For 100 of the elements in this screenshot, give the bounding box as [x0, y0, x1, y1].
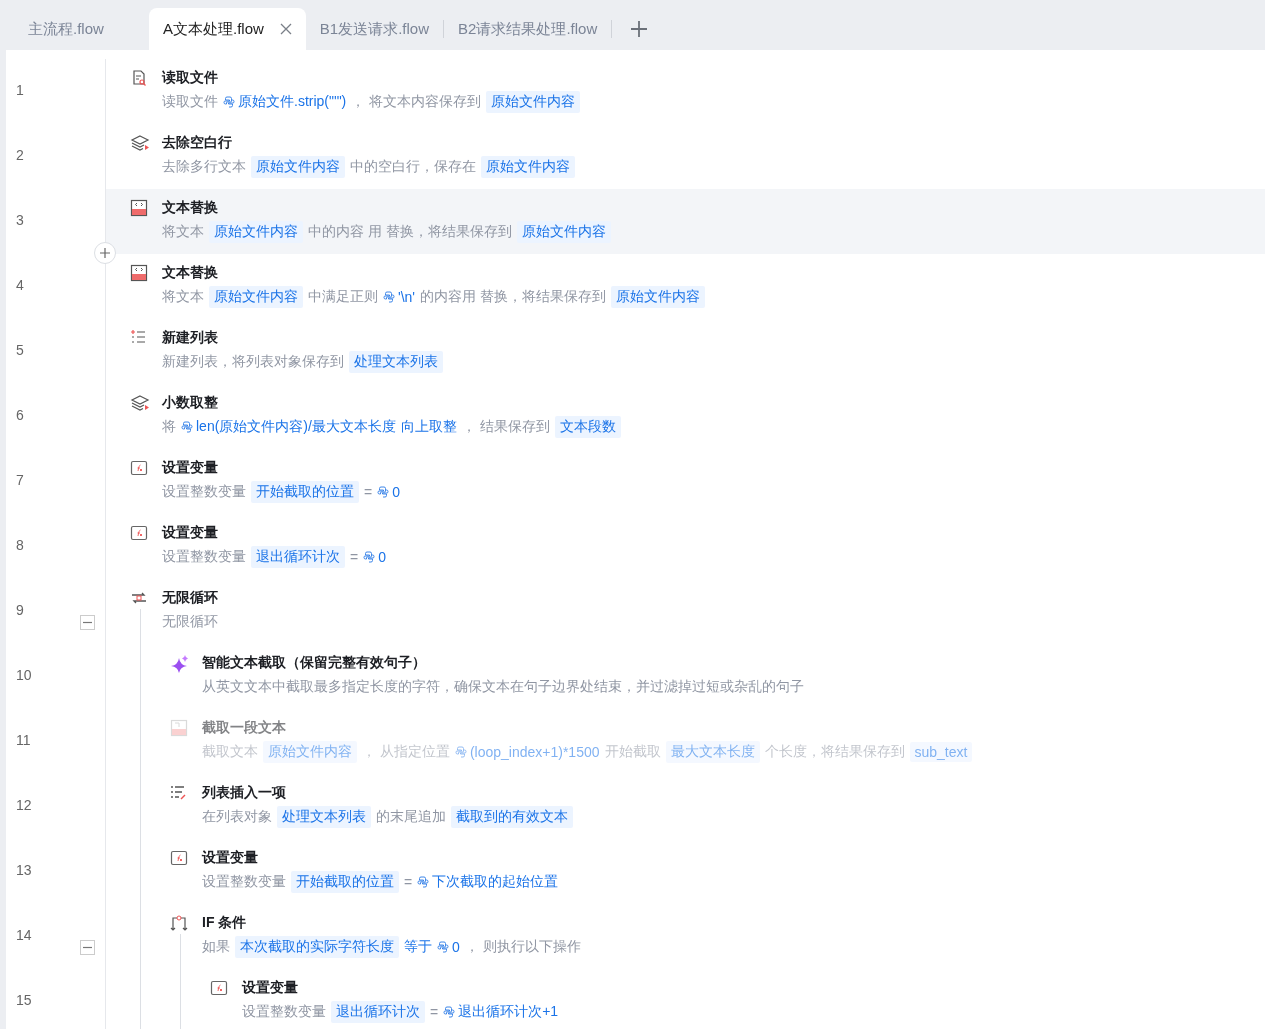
expression-text[interactable]: 0 — [452, 939, 460, 955]
description-text: 去除多行文本 — [162, 158, 246, 176]
line-number: 8 — [16, 537, 24, 553]
option-value[interactable]: 等于 — [404, 938, 432, 956]
description-text: 从英文文本中截取最多指定长度的字符，确保文本在句子边界处结束，并过滤掉过短或杂乱的句子 — [202, 678, 804, 696]
description-text: 开始截取 — [604, 743, 661, 761]
variable-tag[interactable]: 文本段数 — [554, 416, 621, 438]
insert-step-button[interactable] — [94, 242, 116, 264]
plus-icon — [100, 248, 110, 258]
step-title: 文本替换 — [162, 263, 219, 282]
variable-tag[interactable]: 原始文件内容 — [481, 156, 575, 178]
description-text: 中的空白行，保存在 — [350, 158, 476, 176]
variable-tag[interactable]: 原始文件内容 — [610, 286, 705, 308]
layers-icon — [130, 134, 150, 152]
description-text: 读取文件 — [162, 93, 218, 111]
step-title: 设置变量 — [202, 848, 259, 867]
line-number: 13 — [16, 862, 32, 878]
description-text: 设置整数变量 — [202, 873, 286, 891]
text-cut-icon — [170, 719, 188, 737]
collapse-button[interactable] — [80, 615, 95, 630]
description-text: 在列表对象 — [202, 808, 272, 826]
function-icon — [130, 524, 148, 542]
description-text: ， 结果保存到 — [461, 418, 550, 436]
function-icon — [130, 459, 148, 477]
collapse-button[interactable] — [80, 940, 95, 955]
expression-text[interactable]: 退出循环计次+1 — [458, 1003, 559, 1021]
expression-text[interactable]: '\n' — [398, 289, 416, 305]
close-icon[interactable] — [279, 23, 292, 35]
variable-tag[interactable]: 截取到的有效文本 — [451, 806, 573, 828]
description-text: 的末尾追加 — [376, 808, 446, 826]
variable-tag[interactable]: 开始截取的位置 — [251, 481, 359, 503]
function-icon — [210, 979, 228, 997]
variable-tag[interactable]: 退出循环计次 — [331, 1001, 425, 1023]
file-tab[interactable]: B2请求结果处理.flow — [444, 8, 612, 50]
layers-icon — [130, 394, 150, 412]
option-value[interactable]: 向上取整 — [400, 418, 457, 436]
line-number: 4 — [16, 277, 24, 293]
line-number: 5 — [16, 342, 24, 358]
description-text: 无限循环 — [162, 613, 218, 631]
sparkle-icon — [170, 654, 190, 674]
list-icon — [130, 329, 146, 345]
line-number: 12 — [16, 797, 32, 813]
description-text: ， 则执行以下操作 — [464, 938, 581, 956]
step-title: IF 条件 — [202, 913, 248, 932]
description-text: 的内容用 替换，将结果保存到 — [420, 288, 606, 306]
list-insert-icon — [170, 784, 186, 800]
step-title: 智能文本截取（保留完整有效句子） — [202, 653, 427, 672]
step-title: 截取一段文本 — [202, 718, 287, 737]
description-text: = — [364, 484, 373, 500]
add-tab-icon[interactable] — [630, 20, 649, 38]
step-title: 小数取整 — [162, 393, 219, 412]
line-number: 10 — [16, 667, 32, 683]
replace-icon — [130, 199, 148, 217]
step-title: 新建列表 — [162, 328, 219, 347]
expression-text[interactable]: 0 — [378, 549, 386, 565]
description-text: 设置整数变量 — [162, 548, 246, 566]
description-text: 将 — [162, 418, 176, 436]
file-tab[interactable]: 主流程.flow — [14, 8, 149, 50]
variable-tag[interactable]: 原始文件内容 — [486, 91, 581, 113]
expression-text[interactable]: 下次截取的起始位置 — [432, 873, 559, 891]
description-text: 个长度，将结果保存到 — [764, 743, 905, 761]
line-number: 14 — [16, 927, 32, 943]
line-number: 9 — [16, 602, 24, 618]
step-title: 去除空白行 — [162, 133, 233, 152]
line-number: 1 — [16, 82, 24, 98]
description-text: 新建列表，将列表对象保存到 — [162, 353, 344, 371]
description-text: 设置整数变量 — [162, 483, 246, 501]
variable-tag[interactable]: 开始截取的位置 — [291, 871, 399, 893]
description-text: 中满足正则 — [308, 288, 378, 306]
file-tab[interactable]: B1发送请求.flow — [305, 8, 444, 50]
step-title: 文本替换 — [162, 198, 219, 217]
description-text: 设置整数变量 — [242, 1003, 326, 1021]
variable-tag[interactable]: 处理文本列表 — [349, 351, 443, 373]
variable-tag[interactable]: 处理文本列表 — [277, 806, 371, 828]
line-number: 3 — [16, 212, 24, 228]
file-search-icon — [130, 69, 148, 87]
description-text: = — [430, 1004, 439, 1020]
line-number: 6 — [16, 407, 24, 423]
line-number: 11 — [16, 732, 31, 748]
expression-text[interactable]: 原始文件.strip("'") — [238, 93, 347, 111]
line-number: 2 — [16, 147, 24, 163]
branch-icon — [170, 914, 188, 932]
variable-tag[interactable]: 本次截取的实际字符长度 — [235, 936, 399, 958]
step-title: 读取文件 — [162, 68, 219, 87]
expression-text[interactable]: len(原始文件内容)/最大文本长度 — [196, 418, 396, 436]
variable-tag[interactable]: 原始文件内容 — [209, 286, 303, 308]
step-title: 列表插入一项 — [202, 783, 287, 802]
variable-tag[interactable]: 原始文件内容 — [516, 221, 611, 243]
description-text: 将文本 — [162, 288, 204, 306]
description-text: ， 从指定位置 — [362, 743, 450, 761]
expression-text[interactable]: 0 — [392, 484, 400, 500]
variable-tag[interactable]: 退出循环计次 — [251, 546, 345, 568]
description-text: 将文本 — [162, 223, 204, 241]
file-tab[interactable]: A文本处理.flow — [149, 8, 306, 50]
description-text: = — [404, 874, 413, 890]
step-title: 无限循环 — [162, 588, 218, 607]
variable-tag[interactable]: 原始文件内容 — [251, 156, 345, 178]
description-text: 中的内容 用 替换，将结果保存到 — [308, 223, 512, 241]
description-text: 截取文本 — [202, 743, 258, 761]
variable-tag[interactable]: 原始文件内容 — [209, 221, 303, 243]
